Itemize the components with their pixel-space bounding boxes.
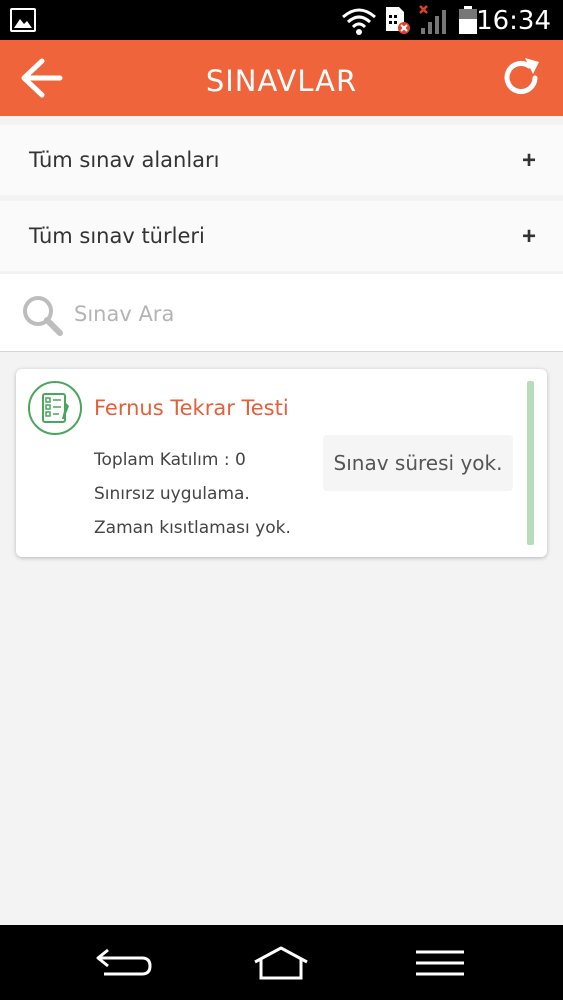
filter-exam-areas[interactable]: Tüm sınav alanları + <box>0 125 563 195</box>
exam-title[interactable]: Fernus Tekrar Testi <box>94 396 289 420</box>
plus-icon[interactable]: + <box>522 223 536 251</box>
search-bar <box>0 274 563 352</box>
exam-participation: Toplam Katılım : 0 <box>94 450 246 470</box>
status-bar: 16:34 <box>0 0 563 40</box>
system-nav-bar <box>0 925 563 1000</box>
gallery-icon <box>10 8 36 32</box>
plus-icon[interactable]: + <box>522 147 536 175</box>
filter-exam-types[interactable]: Tüm sınav türleri + <box>0 201 563 271</box>
menu-nav-icon[interactable] <box>410 944 470 982</box>
exam-usage: Sınırsız uygulama. <box>94 484 250 504</box>
exam-duration-badge: Sınav süresi yok. <box>323 435 513 491</box>
filter-label: Tüm sınav türleri <box>29 224 205 248</box>
exam-time-limit: Zaman kısıtlaması yok. <box>94 518 291 538</box>
status-time: 16:34 <box>476 6 551 36</box>
search-icon <box>23 296 63 336</box>
exam-card[interactable]: Fernus Tekrar Testi Toplam Katılım : 0 S… <box>16 369 547 557</box>
sim-error-icon <box>386 7 410 34</box>
app-bar: SINAVLAR <box>0 40 563 116</box>
exam-list-icon <box>28 381 82 435</box>
search-input[interactable] <box>74 298 534 330</box>
signal-off-icon <box>419 5 446 34</box>
home-nav-icon[interactable] <box>251 944 311 982</box>
page-title: SINAVLAR <box>205 64 358 98</box>
wifi-icon <box>342 8 376 35</box>
card-accent-bar <box>527 381 534 545</box>
battery-icon <box>459 6 477 34</box>
refresh-icon[interactable] <box>499 56 543 100</box>
back-nav-icon[interactable] <box>94 944 154 982</box>
filter-label: Tüm sınav alanları <box>29 148 220 172</box>
